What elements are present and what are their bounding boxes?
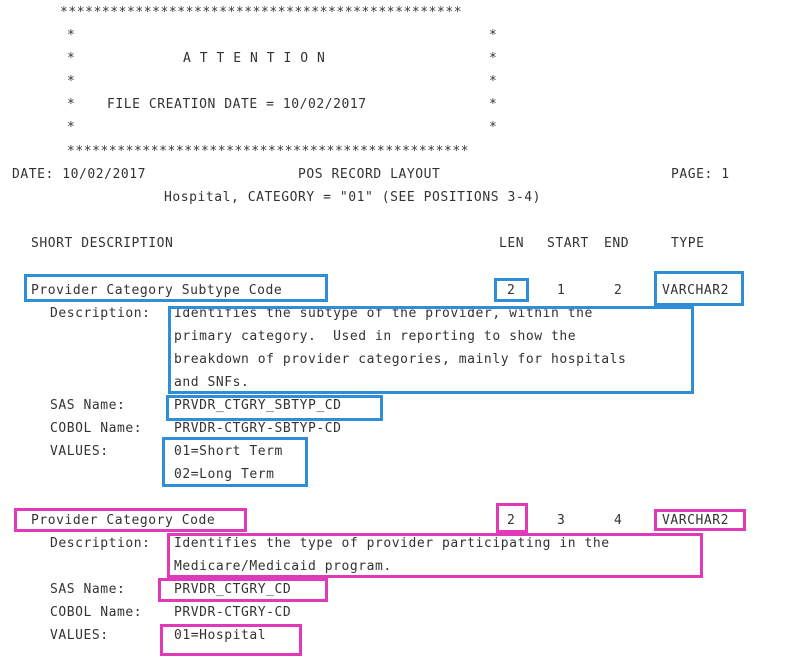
- sas-name-label: SAS Name:: [50, 582, 126, 597]
- field-start: 3: [557, 513, 566, 528]
- column-header-type: TYPE: [671, 236, 705, 251]
- page-number: PAGE: 1: [671, 167, 730, 182]
- highlight-box-field-name: [24, 274, 328, 302]
- highlight-box-sas-name: [158, 578, 328, 602]
- values-label: VALUES:: [50, 444, 109, 459]
- values-label: VALUES:: [50, 628, 109, 643]
- report-title: POS RECORD LAYOUT: [298, 167, 441, 182]
- banner-star: *: [489, 97, 498, 112]
- highlight-box-len: [494, 278, 529, 302]
- field-end: 2: [614, 283, 623, 298]
- highlight-box-type: [654, 271, 744, 306]
- highlight-box-description: [168, 306, 694, 394]
- highlight-box-type: [654, 509, 746, 531]
- report-subtitle: Hospital, CATEGORY = "01" (SEE POSITIONS…: [164, 190, 541, 205]
- column-header-len: LEN: [499, 236, 525, 251]
- banner-heading: A T T E N T I O N: [183, 51, 326, 66]
- report-date: DATE: 10/02/2017: [12, 167, 147, 182]
- banner-star: *: [489, 51, 498, 66]
- highlight-box-values: [160, 624, 302, 656]
- column-header-end: END: [604, 236, 630, 251]
- banner-star: *: [67, 74, 76, 89]
- column-header-short-description: SHORT DESCRIPTION: [31, 236, 174, 251]
- cobol-name-label: COBOL Name:: [50, 605, 143, 620]
- description-label: Description:: [50, 306, 151, 321]
- description-label: Description:: [50, 536, 151, 551]
- highlight-box-len: [496, 503, 528, 533]
- banner-star: *: [489, 74, 498, 89]
- cobol-name-label: COBOL Name:: [50, 421, 143, 436]
- banner-star: *: [489, 28, 498, 43]
- banner-top-border: ****************************************…: [60, 5, 463, 20]
- highlight-box-description: [167, 533, 703, 578]
- cobol-name-value: PRVDR-CTGRY-CD: [174, 605, 292, 620]
- banner-star: *: [67, 97, 76, 112]
- column-header-start: START: [547, 236, 589, 251]
- field-end: 4: [614, 513, 623, 528]
- banner-bottom-border: ****************************************…: [67, 144, 470, 159]
- banner-star: *: [67, 28, 76, 43]
- field-start: 1: [557, 283, 566, 298]
- highlight-box-sas-name: [166, 395, 383, 421]
- file-creation-date: FILE CREATION DATE = 10/02/2017: [107, 97, 367, 112]
- highlight-box-values: [162, 437, 308, 487]
- banner-star: *: [67, 120, 76, 135]
- cobol-name-value: PRVDR-CTGRY-SBTYP-CD: [174, 421, 342, 436]
- highlight-box-field-name: [14, 508, 247, 532]
- banner-star: *: [67, 51, 76, 66]
- banner-star: *: [489, 120, 498, 135]
- sas-name-label: SAS Name:: [50, 398, 126, 413]
